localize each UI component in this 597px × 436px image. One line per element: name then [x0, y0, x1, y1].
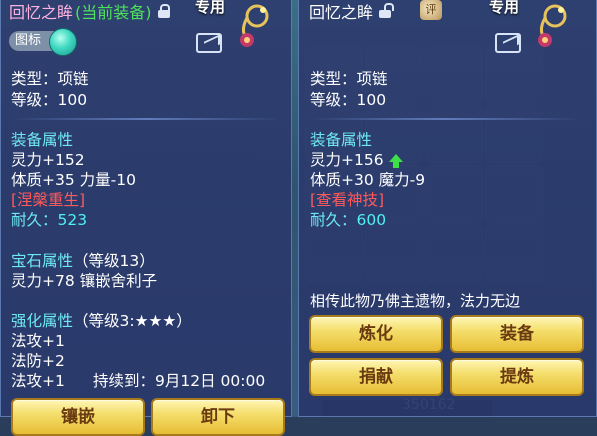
item-title: 回忆之眸 (当前装备) [9, 0, 170, 22]
divider [11, 118, 281, 120]
gem-line: 灵力+78 镶嵌舍利子 [11, 272, 158, 290]
equip-button[interactable]: 装备 [450, 315, 584, 353]
exclusive-label: 专用 [195, 0, 226, 16]
enhance-header: 强化属性 [11, 312, 74, 330]
duration-text: 持续到：9月12日 00:00 [93, 372, 266, 390]
extract-button[interactable]: 提炼 [450, 358, 584, 396]
equip-attr-header: 装备属性 [310, 131, 373, 149]
item-type: 类型：项链 [310, 70, 388, 88]
equipped-tag: (当前装备) [75, 3, 152, 22]
enhance-line: 法攻+1 [11, 372, 65, 390]
durability: 耐久：600 [310, 210, 386, 230]
attr-line: 灵力+156 [310, 150, 403, 170]
refine-button[interactable]: 炼化 [309, 315, 443, 353]
equipped-item-panel: 回忆之眸 (当前装备) 专用 图标 类型：项链 等级：100 装备属性 灵力+1… [0, 0, 292, 436]
gem-header: 宝石属性 [11, 252, 74, 270]
attr-line: 体质+30 魔力-9 [310, 171, 426, 189]
gem-level: （等级13） [73, 252, 155, 270]
item-type: 类型：项链 [11, 70, 89, 88]
durability: 耐久：523 [11, 210, 87, 230]
attr-line: 灵力+152 [11, 151, 85, 169]
compare-item-panel: 回忆之眸 专用 类型：项链 等级：100 装备属性 灵力+156 体质+30 魔… [298, 0, 597, 417]
durability-label: 耐久： [310, 211, 357, 229]
donate-button[interactable]: 捐献 [309, 358, 443, 396]
unequip-button[interactable]: 卸下 [151, 398, 285, 436]
item-name: 回忆之眸 [9, 3, 74, 22]
enhance-header-row: 强化属性（等级3:★★★） [11, 311, 192, 331]
icon-toggle[interactable]: 图标 [9, 28, 77, 56]
item-title: 回忆之眸 [309, 0, 395, 22]
review-icon[interactable]: 评 [420, 0, 442, 20]
toggle-knob [49, 28, 77, 56]
share-icon[interactable] [196, 33, 222, 53]
enhance-level: （等级3:★★★） [73, 312, 192, 330]
item-description: 相传此物乃佛主遗物，法力无边 [310, 292, 521, 310]
share-icon[interactable] [495, 33, 521, 53]
enhance-line: 法防+2 [11, 352, 65, 370]
attr-line: 体质+35 力量-10 [11, 171, 136, 189]
special-skill-link[interactable]: [涅槃重生] [11, 190, 85, 210]
item-level: 等级：100 [310, 91, 387, 109]
equip-attr-header: 装备属性 [11, 131, 74, 149]
ornament-icon [240, 4, 269, 47]
up-arrow-icon [388, 153, 403, 168]
gem-header-row: 宝石属性（等级13） [11, 251, 155, 271]
item-level: 等级：100 [11, 91, 88, 109]
durability-value: 600 [356, 211, 387, 229]
enhance-line: 法攻+1 [11, 332, 65, 350]
item-name: 回忆之眸 [309, 3, 374, 22]
ornament-icon [538, 4, 567, 47]
unlock-icon[interactable] [379, 3, 395, 18]
durability-label: 耐久： [11, 211, 58, 229]
attr-value: 灵力+156 [310, 151, 384, 169]
lock-icon[interactable] [157, 4, 170, 18]
inlay-button[interactable]: 镶嵌 [11, 398, 145, 436]
durability-value: 523 [57, 211, 88, 229]
view-skill-link[interactable]: [查看神技] [310, 190, 384, 210]
divider [310, 118, 580, 120]
toggle-label: 图标 [15, 33, 42, 48]
exclusive-label: 专用 [489, 0, 520, 16]
